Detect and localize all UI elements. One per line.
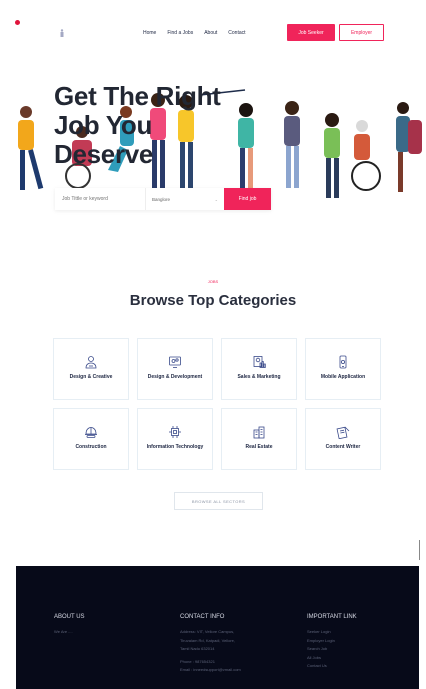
category-label: Sales & Marketing: [237, 374, 281, 380]
chevron-down-icon: ⌄: [214, 196, 218, 202]
browse-all-sectors-button[interactable]: BROWSE ALL SECTORS: [174, 492, 263, 510]
category-card-design-creative[interactable]: Design & Creative: [53, 338, 129, 400]
keyword-input[interactable]: [55, 188, 145, 210]
nav-find-jobs[interactable]: Find a Jobs: [167, 30, 193, 36]
footer-link-search-job[interactable]: Search Job: [307, 645, 357, 654]
find-job-button[interactable]: Find job: [224, 188, 271, 210]
monitor-gears-icon: [169, 356, 181, 368]
scroll-indicator: [419, 540, 420, 560]
category-label: Real Estate: [245, 444, 273, 450]
logo-icon[interactable]: [59, 29, 65, 38]
category-card-content-writer[interactable]: Content Writer: [305, 408, 381, 470]
red-dot: [15, 20, 20, 25]
section-tag: JOBS: [207, 279, 219, 284]
category-label: Mobile Application: [320, 374, 366, 380]
footer-link-seeker-login[interactable]: Seeker Login: [307, 628, 357, 637]
designer-icon: [85, 356, 97, 369]
footer-about-text: We Are ....: [54, 629, 73, 634]
buildings-icon: [253, 426, 265, 439]
footer-phone: Phone : 987654321: [180, 658, 215, 664]
mobile-gear-icon: [339, 355, 347, 369]
category-label: Design & Creative: [69, 374, 113, 380]
hard-hat-icon: [85, 427, 97, 438]
category-card-sales-marketing[interactable]: Sales & Marketing: [221, 338, 297, 400]
footer-address-line: Tiruvalam Rd, Katpadi, Vellore,: [180, 637, 235, 643]
footer-email: Email : inneedsupport@vmail.com: [180, 667, 241, 672]
document-pen-icon: [336, 426, 350, 439]
site-footer: ABOUT US We Are .... CONTACT INFO Addres…: [16, 566, 419, 689]
footer-link-contact-us[interactable]: Contact Us: [307, 662, 357, 671]
footer-address-line: Tamil Nadu 632014: [180, 646, 215, 651]
footer-contact: CONTACT INFO Address: VIT, Vellore Campu…: [180, 614, 241, 675]
nav-contact[interactable]: Contact: [228, 30, 245, 36]
section-title: Browse Top Categories: [129, 292, 297, 309]
footer-contact-title: CONTACT INFO: [180, 614, 225, 620]
hero-title: Get The Right Job You Deserve: [54, 81, 221, 169]
location-value: Banglore: [152, 196, 171, 202]
category-grid: Design & Creative Design & Development S…: [53, 338, 381, 470]
footer-links-title: IMPORTANT LINK: [307, 614, 357, 620]
category-card-mobile-application[interactable]: Mobile Application: [305, 338, 381, 400]
nav-home[interactable]: Home: [143, 30, 156, 36]
category-label: Information Technology: [146, 444, 204, 450]
chip-icon: [169, 426, 181, 438]
footer-link-employer-login[interactable]: Employer Login: [307, 637, 357, 646]
main-nav: Home Find a Jobs About Contact: [143, 30, 257, 36]
category-label: Content Writer: [325, 444, 361, 450]
job-seeker-button[interactable]: Job Seeker: [287, 24, 335, 41]
job-search-bar: Banglore ⌄ Find job: [55, 188, 271, 210]
category-card-construction[interactable]: Construction: [53, 408, 129, 470]
footer-link-all-jobs[interactable]: All Jobs: [307, 654, 357, 663]
category-card-information-technology[interactable]: Information Technology: [137, 408, 213, 470]
footer-links: IMPORTANT LINK Seeker Login Employer Log…: [307, 614, 357, 671]
footer-about-title: ABOUT US: [54, 614, 85, 620]
category-card-real-estate[interactable]: Real Estate: [221, 408, 297, 470]
category-label: Design & Development: [147, 374, 203, 380]
nav-about[interactable]: About: [204, 30, 217, 36]
location-select[interactable]: Banglore ⌄: [145, 188, 224, 210]
chart-document-icon: [253, 356, 266, 368]
employer-button[interactable]: Employer: [339, 24, 384, 41]
category-label: Construction: [75, 444, 107, 450]
footer-about: ABOUT US We Are ....: [54, 614, 85, 637]
category-card-design-development[interactable]: Design & Development: [137, 338, 213, 400]
footer-address-line: Address: VIT, Vellore Campus,: [180, 629, 235, 634]
